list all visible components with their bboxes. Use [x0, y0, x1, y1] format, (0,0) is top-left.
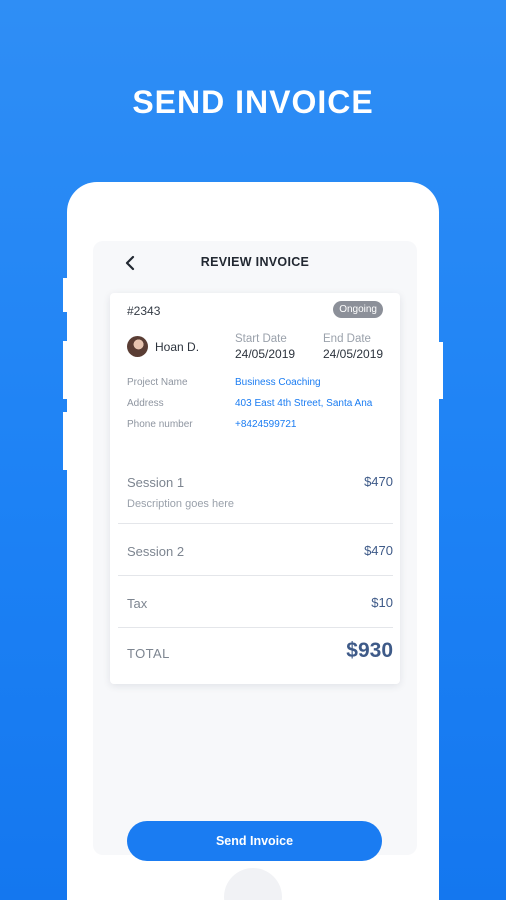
avatar	[127, 336, 148, 357]
line-item-name: Session 1	[127, 475, 185, 490]
total-amount: $930	[346, 639, 393, 662]
line-item-description: Description goes here	[127, 498, 235, 510]
line-item-amount: $470	[364, 543, 393, 558]
invoice-number: #2343	[127, 304, 161, 318]
line-item-name: Session 2	[127, 544, 185, 559]
divider	[118, 627, 393, 628]
divider	[118, 575, 393, 576]
line-item-amount: $10	[371, 595, 393, 610]
invoice-card: #2343 Ongoing Hoan D. Start Date 24/05/2…	[110, 293, 400, 684]
address-value[interactable]: 403 East 4th Street, Santa Ana	[235, 398, 372, 409]
line-item-name: Tax	[127, 596, 148, 611]
line-item-amount: $470	[364, 474, 393, 489]
start-date-value: 24/05/2019	[235, 347, 296, 361]
address-label: Address	[127, 398, 164, 409]
client-name: Hoan D.	[155, 340, 200, 354]
end-date-label: End Date	[323, 333, 371, 345]
status-badge: Ongoing	[333, 301, 383, 318]
app-screen: REVIEW INVOICE #2343 Ongoing Hoan D. Sta…	[93, 241, 417, 861]
phone-number-label: Phone number	[127, 419, 193, 430]
start-date-label: Start Date	[235, 333, 287, 345]
hero-title: SEND INVOICE	[132, 84, 374, 120]
end-date-value: 24/05/2019	[323, 347, 384, 361]
divider	[118, 523, 393, 524]
total-label: TOTAL	[127, 646, 170, 661]
top-bar: REVIEW INVOICE	[93, 241, 417, 285]
send-invoice-button[interactable]: Send Invoice	[127, 821, 382, 861]
page-title: REVIEW INVOICE	[200, 255, 310, 269]
project-name-value[interactable]: Business Coaching	[235, 377, 321, 388]
phone-number-value[interactable]: +8424599721	[235, 419, 296, 430]
project-name-label: Project Name	[127, 377, 188, 388]
